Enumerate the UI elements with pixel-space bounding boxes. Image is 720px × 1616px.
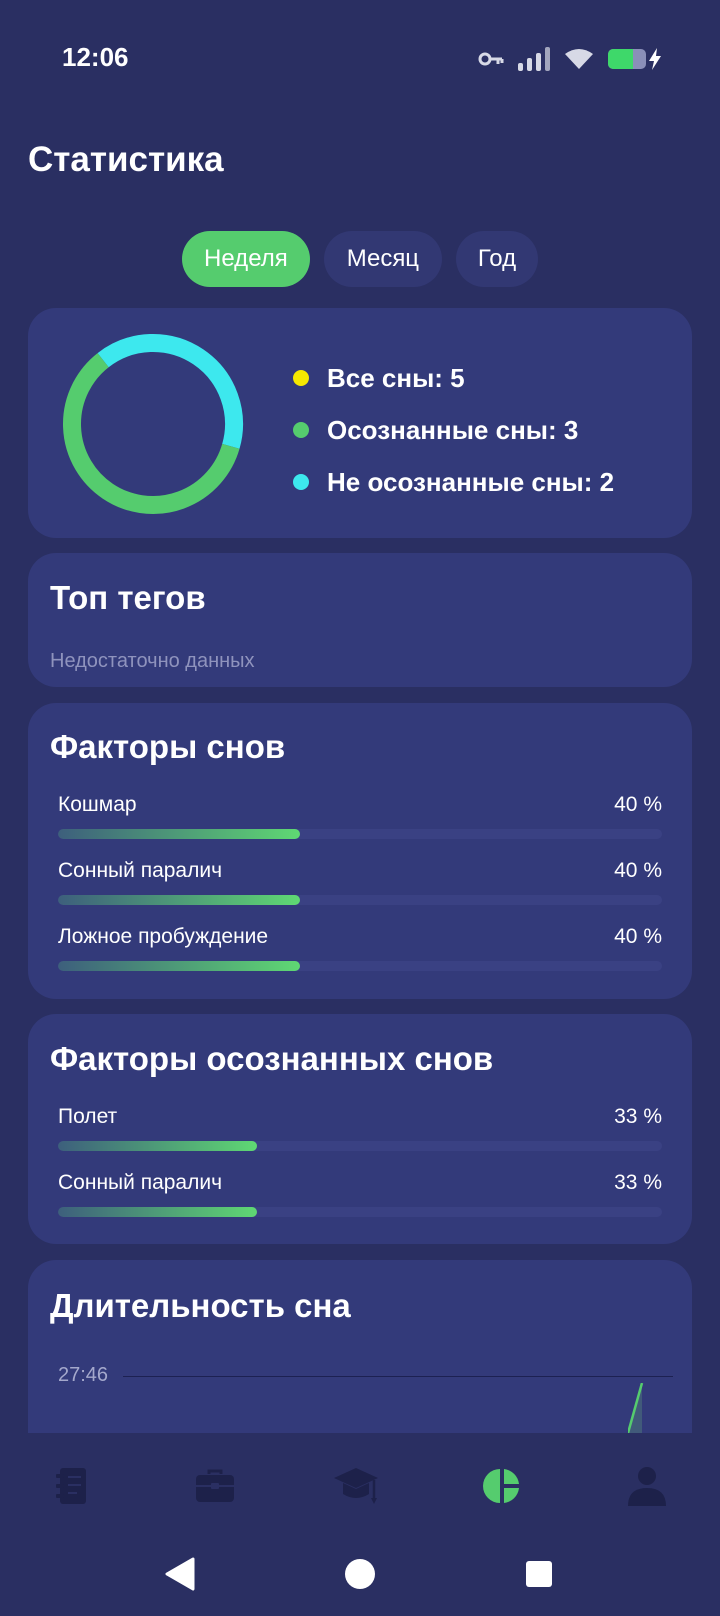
recents-icon	[526, 1561, 552, 1587]
donut-slice-lucid	[63, 353, 240, 514]
factor-percent: 33 %	[614, 1105, 662, 1128]
factor-name: Сонный паралич	[58, 1171, 223, 1194]
status-icons	[478, 44, 662, 74]
profile-icon	[628, 1467, 666, 1506]
factor-percent: 40 %	[614, 793, 662, 816]
tab-month[interactable]: Месяц	[323, 231, 442, 287]
factor-percent: 40 %	[614, 859, 662, 882]
factor-progress-fill	[58, 1141, 258, 1151]
nav-learning[interactable]	[326, 1461, 386, 1511]
nav-profile[interactable]	[617, 1461, 677, 1511]
statistics-icon	[483, 1469, 519, 1503]
legend-dot	[293, 474, 309, 490]
legend-label: Осознанные сны: 3	[327, 414, 579, 445]
dreams-donut-chart	[63, 334, 243, 514]
battery-icon	[608, 49, 646, 69]
top-tags-title: Топ тегов	[50, 579, 206, 616]
factor-name: Ложное пробуждение	[58, 925, 269, 948]
legend-label: Не осознанные сны: 2	[327, 466, 615, 497]
legend-label: Все сны: 5	[327, 362, 465, 393]
legend-lucid-dreams: Осознанные сны: 3	[293, 404, 614, 456]
home-icon	[345, 1559, 375, 1589]
legend-dot	[293, 370, 309, 386]
factor-row: Ложное пробуждение 40 %	[58, 925, 662, 985]
top-tags-card: Топ тегов Недостаточно данных	[28, 553, 692, 687]
factor-progress-fill	[58, 829, 300, 839]
system-back-button[interactable]	[160, 1554, 200, 1594]
factor-row: Полет 33 %	[58, 1105, 662, 1165]
wifi-icon	[565, 49, 593, 69]
donut-slice-non-lucid	[97, 334, 243, 449]
key-icon	[478, 52, 504, 66]
bottom-navigation	[0, 1433, 720, 1533]
factor-progress-fill	[58, 1207, 258, 1217]
factor-row: Сонный паралич 33 %	[58, 1171, 662, 1231]
legend-all-dreams: Все сны: 5	[293, 352, 614, 404]
nav-journal[interactable]	[42, 1461, 102, 1511]
top-tags-empty-text: Недостаточно данных	[50, 650, 255, 672]
factor-name: Полет	[58, 1105, 118, 1128]
summary-legend: Все сны: 5 Осознанные сны: 3 Не осознанн…	[293, 352, 614, 508]
factor-progress-track	[58, 961, 662, 971]
system-home-button[interactable]	[340, 1554, 380, 1594]
lucid-factors-title: Факторы осознанных снов	[50, 1040, 494, 1077]
factor-row: Сонный паралич 40 %	[58, 859, 662, 919]
factor-progress-fill	[58, 895, 300, 905]
dream-factors-card: Факторы снов Кошмар 40 % Сонный паралич …	[28, 703, 692, 999]
summary-card: Все сны: 5 Осознанные сны: 3 Не осознанн…	[28, 308, 692, 538]
sleep-duration-card: Длительность сна 27:46	[28, 1260, 692, 1433]
system-navigation	[0, 1540, 720, 1616]
lucid-factors-card: Факторы осознанных снов Полет 33 % Сонны…	[28, 1014, 692, 1244]
factor-row: Кошмар 40 %	[58, 793, 662, 853]
signal-icon	[518, 47, 550, 71]
nav-tools[interactable]	[185, 1461, 245, 1511]
factor-progress-track	[58, 829, 662, 839]
legend-dot	[293, 422, 309, 438]
sleep-duration-line	[628, 1383, 644, 1433]
factor-progress-track	[58, 895, 662, 905]
journal-icon	[56, 1468, 86, 1504]
factor-name: Кошмар	[58, 793, 137, 816]
factor-percent: 40 %	[614, 925, 662, 948]
tab-year[interactable]: Год	[455, 231, 539, 287]
system-recents-button[interactable]	[519, 1554, 559, 1594]
status-time: 12:06	[62, 42, 129, 72]
factor-name: Сонный паралич	[58, 859, 223, 882]
factor-progress-track	[58, 1141, 662, 1151]
y-axis-max-label: 27:46	[58, 1364, 109, 1386]
tab-week[interactable]: Неделя	[181, 231, 310, 287]
factor-progress-fill	[58, 961, 300, 971]
toolbox-icon	[196, 1469, 234, 1502]
factor-percent: 33 %	[614, 1171, 662, 1194]
graduation-cap-icon	[334, 1468, 378, 1504]
dream-factors-title: Факторы снов	[50, 728, 286, 765]
nav-statistics[interactable]	[472, 1461, 532, 1511]
status-bar: 12:06	[0, 0, 720, 110]
period-tabs: Неделя Месяц Год	[0, 231, 720, 287]
sleep-duration-title: Длительность сна	[50, 1287, 351, 1324]
legend-non-lucid-dreams: Не осознанные сны: 2	[293, 456, 614, 508]
page-title: Статистика	[28, 140, 224, 179]
y-axis-gridline	[123, 1376, 673, 1377]
back-icon	[165, 1557, 195, 1591]
factor-progress-track	[58, 1207, 662, 1217]
charging-icon	[649, 48, 661, 70]
